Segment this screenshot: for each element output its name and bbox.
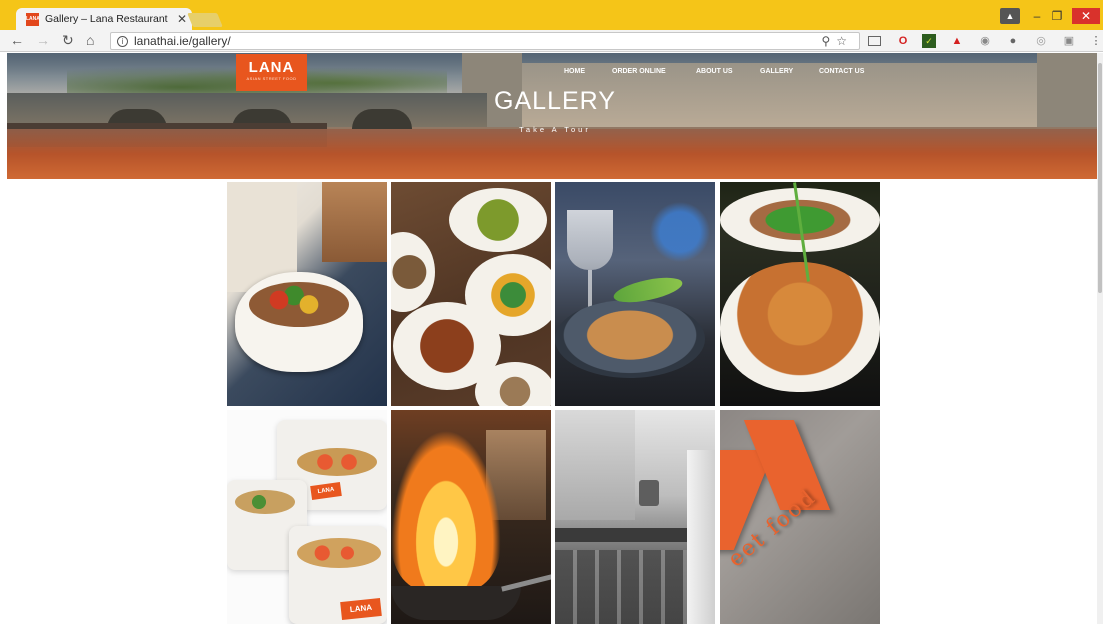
- maximize-icon[interactable]: ❐: [1050, 8, 1064, 24]
- extension-ring-icon[interactable]: ◎: [1034, 34, 1048, 48]
- cast-icon[interactable]: [868, 36, 881, 46]
- profile-icon[interactable]: ▲: [1000, 8, 1020, 24]
- nav-order-online[interactable]: ORDER ONLINE: [612, 68, 666, 75]
- nav-gallery[interactable]: GALLERY: [760, 68, 793, 75]
- browser-toolbar: ← → ↻ ⌂ i lanathai.ie/gallery/ ⚲☆ O ✓ ▲ …: [0, 30, 1103, 52]
- nav-home[interactable]: HOME: [564, 68, 585, 75]
- tab-favicon: LANA: [26, 12, 40, 26]
- home-icon[interactable]: ⌂: [86, 32, 94, 48]
- browser-titlebar: LANA Gallery – Lana Restaurant ✕ ▲ – ❐ ✕: [0, 0, 1103, 30]
- forward-icon[interactable]: →: [36, 32, 50, 48]
- zoom-icon[interactable]: ⚲☆: [821, 34, 853, 48]
- reload-icon[interactable]: ↻: [62, 32, 74, 49]
- tile-noodles: [235, 490, 295, 514]
- tile-wall: [555, 410, 635, 520]
- tile-counter: [555, 528, 705, 542]
- browser-tab[interactable]: LANA Gallery – Lana Restaurant ✕: [16, 8, 192, 30]
- menu-icon[interactable]: ⋮: [1089, 34, 1103, 48]
- gallery-image-wok-flames[interactable]: [391, 410, 551, 624]
- scrollbar-thumb[interactable]: [1098, 63, 1102, 293]
- tile-chef: [687, 450, 715, 624]
- extension-check-icon[interactable]: ✓: [922, 34, 936, 48]
- logo-text: LANA: [248, 59, 295, 76]
- gallery-image-logo-wall[interactable]: eet food: [720, 410, 880, 624]
- hero-water: [7, 129, 1099, 179]
- logo-subtitle: ASIAN STREET FOOD: [246, 76, 297, 81]
- tile-bokeh: [650, 192, 710, 272]
- opera-icon[interactable]: O: [896, 34, 910, 48]
- tile-curry: [249, 282, 349, 327]
- extension-square-icon[interactable]: ▣: [1062, 34, 1076, 48]
- tile-wok-handle: [501, 573, 551, 592]
- site-logo[interactable]: LANA ASIAN STREET FOOD: [236, 54, 307, 91]
- hero-tower-right: [1037, 53, 1099, 127]
- hero-banner: [7, 53, 1099, 179]
- tile-sign: [639, 480, 659, 506]
- tile-wood: [322, 182, 387, 262]
- tab-close-icon[interactable]: ✕: [177, 12, 187, 26]
- window-close-icon[interactable]: ✕: [1072, 8, 1100, 24]
- hero-bridge-arch: [352, 109, 412, 129]
- page-scrollbar[interactable]: [1097, 53, 1103, 624]
- page-subtitle: Take A Tour: [519, 125, 591, 134]
- tile-flames: [391, 430, 501, 590]
- gallery-image-takeaway-boxes[interactable]: LANA LANA: [227, 410, 387, 624]
- gallery-image-noodle-bowl[interactable]: [227, 182, 387, 406]
- tile-noodle-bowl: [555, 300, 705, 378]
- page-title: GALLERY: [494, 87, 616, 115]
- pdf-icon[interactable]: ▲: [950, 34, 964, 48]
- tile-glass-stem: [588, 270, 592, 310]
- extension-icon[interactable]: ◉: [978, 34, 992, 48]
- gallery-image-kitchen-chef[interactable]: [555, 410, 715, 624]
- tile-pad-thai: [720, 262, 880, 392]
- nav-about-us[interactable]: ABOUT US: [696, 68, 733, 75]
- extension-circle-icon[interactable]: ●: [1006, 34, 1020, 48]
- tile-shrimp: [297, 448, 377, 476]
- address-bar[interactable]: i lanathai.ie/gallery/ ⚲☆: [110, 32, 860, 50]
- tab-title: Gallery – Lana Restaurant: [45, 13, 168, 25]
- tile-shrimp: [297, 538, 381, 568]
- gallery-image-shared-plates[interactable]: [391, 182, 551, 406]
- minimize-icon[interactable]: –: [1030, 8, 1044, 24]
- nav-contact-us[interactable]: CONTACT US: [819, 68, 864, 75]
- site-info-icon[interactable]: i: [117, 35, 128, 47]
- tile-plate: [391, 232, 435, 312]
- new-tab-button[interactable]: [187, 13, 223, 27]
- tile-plate: [449, 188, 547, 252]
- gallery-image-noodle-plate[interactable]: [720, 182, 880, 406]
- gallery-image-pad-thai-wine[interactable]: [555, 182, 715, 406]
- back-icon[interactable]: ←: [10, 32, 24, 48]
- tile-wine-glass: [567, 210, 613, 270]
- url-text: lanathai.ie/gallery/: [134, 34, 231, 48]
